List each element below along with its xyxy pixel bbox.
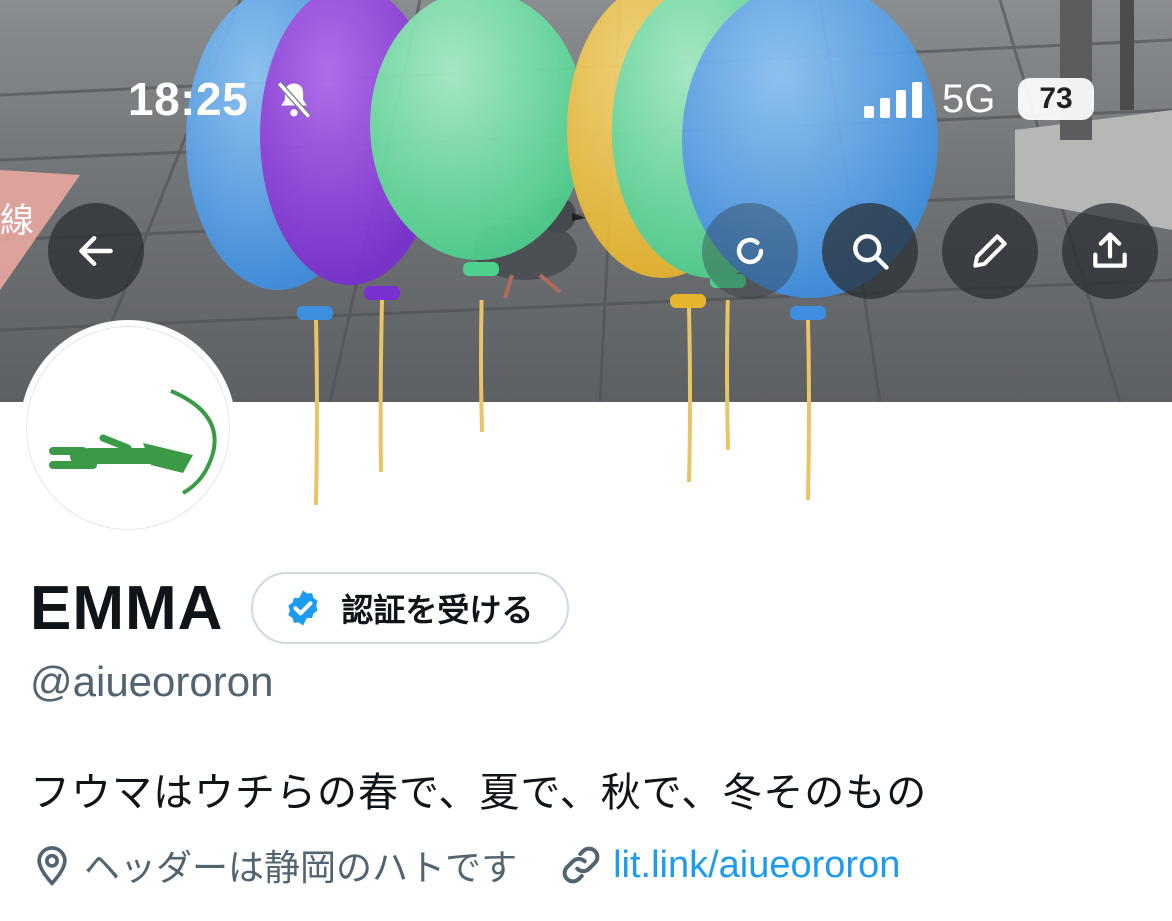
location-text: ヘッダーは静岡のハトです xyxy=(84,848,518,889)
profile-link[interactable]: lit.link/aiueororon xyxy=(613,844,900,887)
arrow-left-icon xyxy=(79,235,113,267)
back-button[interactable] xyxy=(48,203,144,299)
bio-text: フウマはウチらの春で、夏で、秋で、冬そのもの xyxy=(30,770,928,816)
name-row: EMMA 認証を受ける xyxy=(30,568,570,648)
refresh-button[interactable] xyxy=(702,203,798,299)
profile-meta-row: ヘッダーは静岡のハトです lit.link/aiueororon xyxy=(30,838,900,892)
get-verified-label: 認証を受ける xyxy=(341,591,534,629)
search-button[interactable] xyxy=(822,203,918,299)
pencil-icon xyxy=(973,234,1007,268)
svg-text:線: 線 xyxy=(0,201,34,241)
edit-button[interactable] xyxy=(942,203,1038,299)
avatar[interactable] xyxy=(20,320,236,536)
display-name: EMMA xyxy=(30,573,224,643)
verified-badge-icon xyxy=(288,590,319,626)
search-icon xyxy=(853,234,889,270)
refresh-icon xyxy=(736,237,764,265)
user-handle: @aiueororon xyxy=(30,658,274,705)
location-pin-icon xyxy=(37,846,67,886)
share-icon xyxy=(1093,232,1127,268)
runner-logo-icon xyxy=(49,389,217,495)
link-icon xyxy=(562,846,600,884)
get-verified-button[interactable]: 認証を受ける xyxy=(251,572,570,644)
share-button[interactable] xyxy=(1062,203,1158,299)
